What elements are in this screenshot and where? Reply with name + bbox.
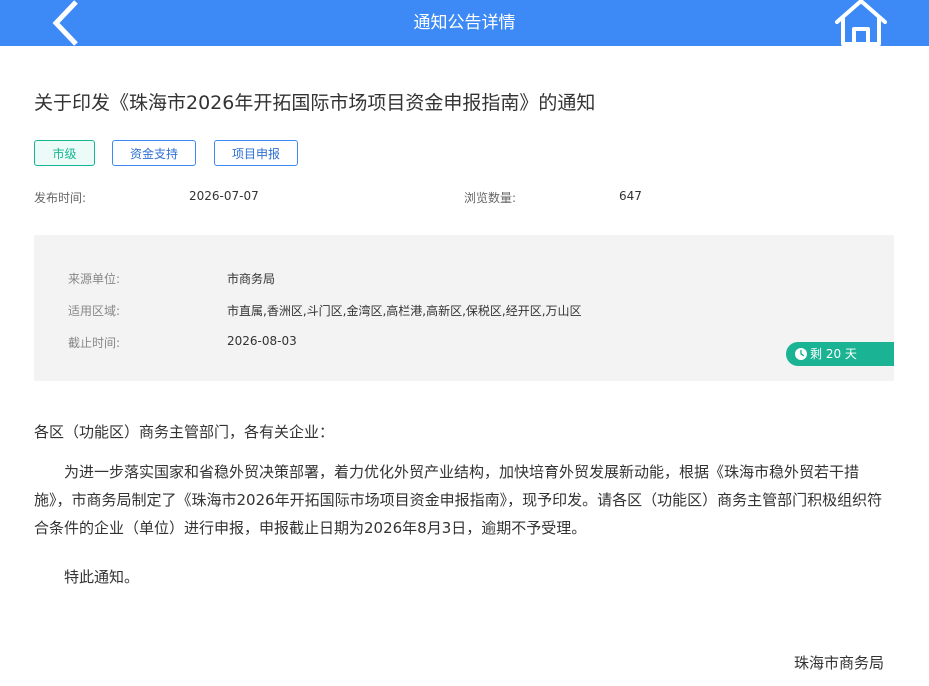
region-value: 市直属,香洲区,斗门区,金湾区,高栏港,高新区,保税区,经开区,万山区 [227,304,582,318]
deadline-value: 2026-08-03 [227,334,297,348]
region-label: 适用区域: [68,304,121,318]
remaining-days-text: 剩 20 天 [810,347,857,361]
tag-funding[interactable]: 资金支持 [112,140,196,166]
source-label: 来源单位: [68,272,121,286]
home-icon [835,0,887,46]
tag-project[interactable]: 项目申报 [214,140,298,166]
home-button[interactable] [832,0,890,46]
info-panel: 来源单位: 市商务局 适用区域: 市直属,香洲区,斗门区,金湾区,高栏港,高新区… [34,235,894,381]
clock-icon [795,348,807,360]
deadline-label: 截止时间: [68,336,121,350]
tag-level[interactable]: 市级 [34,140,95,166]
views-label: 浏览数量: [464,191,517,205]
source-value: 市商务局 [227,272,276,286]
views-count: 647 [619,189,642,203]
notice-title: 关于印发《珠海市2026年开拓国际市场项目资金申报指南》的通知 [34,92,596,114]
header-bar: 通知公告详情 [0,0,929,46]
notice-paragraph: 为进一步落实国家和省稳外贸决策部署，着力优化外贸产业结构，加快培育外贸发展新动能… [34,463,883,537]
greeting: 各区（功能区）商务主管部门，各有关企业： [34,423,335,441]
publish-label: 发布时间: [34,191,87,205]
signature: 珠海市商务局 [794,654,885,672]
page-title: 通知公告详情 [413,13,516,33]
closing-line: 特此通知。 [64,568,140,586]
publish-date: 2026-07-07 [189,189,259,203]
remaining-days-badge: 剩 20 天 [786,342,894,366]
